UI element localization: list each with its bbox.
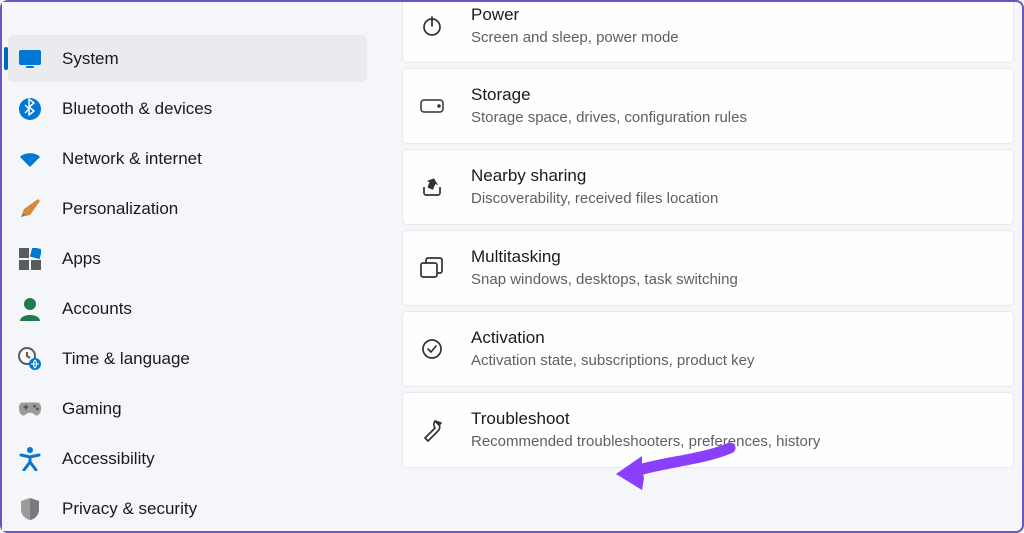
sidebar-label: Accessibility bbox=[62, 449, 155, 469]
card-title: Power bbox=[471, 4, 997, 26]
sidebar-item-network[interactable]: Network & internet bbox=[8, 135, 367, 182]
sidebar-item-accessibility[interactable]: Accessibility bbox=[8, 435, 367, 482]
share-icon bbox=[419, 174, 445, 200]
sidebar-label: Privacy & security bbox=[62, 499, 197, 519]
sidebar-label: Network & internet bbox=[62, 149, 202, 169]
wifi-icon bbox=[18, 147, 42, 171]
time-language-icon bbox=[18, 347, 42, 371]
wrench-icon bbox=[419, 417, 445, 443]
sidebar-label: Apps bbox=[62, 249, 101, 269]
sidebar-label: System bbox=[62, 49, 119, 69]
storage-icon bbox=[419, 93, 445, 119]
sidebar-label: Gaming bbox=[62, 399, 122, 419]
accessibility-icon bbox=[18, 447, 42, 471]
shield-icon bbox=[18, 497, 42, 521]
card-troubleshoot[interactable]: Troubleshoot Recommended troubleshooters… bbox=[402, 392, 1014, 468]
card-title: Storage bbox=[471, 84, 997, 106]
sidebar: System Bluetooth & devices Network & int… bbox=[2, 2, 367, 531]
sidebar-label: Time & language bbox=[62, 349, 190, 369]
card-desc: Screen and sleep, power mode bbox=[471, 28, 997, 48]
sidebar-label: Bluetooth & devices bbox=[62, 99, 212, 119]
card-desc: Storage space, drives, configuration rul… bbox=[471, 108, 997, 128]
sidebar-item-system[interactable]: System bbox=[8, 35, 367, 82]
main-content: Power Screen and sleep, power mode Stora… bbox=[367, 2, 1022, 531]
card-nearby-sharing[interactable]: Nearby sharing Discoverability, received… bbox=[402, 149, 1014, 225]
apps-icon bbox=[18, 247, 42, 271]
check-circle-icon bbox=[419, 336, 445, 362]
card-desc: Activation state, subscriptions, product… bbox=[471, 351, 997, 371]
sidebar-item-bluetooth[interactable]: Bluetooth & devices bbox=[8, 85, 367, 132]
sidebar-label: Accounts bbox=[62, 299, 132, 319]
card-desc: Discoverability, received files location bbox=[471, 189, 997, 209]
sidebar-item-privacy[interactable]: Privacy & security bbox=[8, 485, 367, 532]
card-desc: Recommended troubleshooters, preferences… bbox=[471, 432, 997, 452]
sidebar-item-gaming[interactable]: Gaming bbox=[8, 385, 367, 432]
system-icon bbox=[18, 47, 42, 71]
card-desc: Snap windows, desktops, task switching bbox=[471, 270, 997, 290]
power-icon bbox=[419, 13, 445, 39]
card-title: Multitasking bbox=[471, 246, 997, 268]
sidebar-item-accounts[interactable]: Accounts bbox=[8, 285, 367, 332]
card-power[interactable]: Power Screen and sleep, power mode bbox=[402, 2, 1014, 63]
card-activation[interactable]: Activation Activation state, subscriptio… bbox=[402, 311, 1014, 387]
card-title: Activation bbox=[471, 327, 997, 349]
sidebar-item-apps[interactable]: Apps bbox=[8, 235, 367, 282]
gaming-icon bbox=[18, 397, 42, 421]
bluetooth-icon bbox=[18, 97, 42, 121]
card-title: Troubleshoot bbox=[471, 408, 997, 430]
sidebar-item-time-language[interactable]: Time & language bbox=[8, 335, 367, 382]
paintbrush-icon bbox=[18, 197, 42, 221]
multitasking-icon bbox=[419, 255, 445, 281]
sidebar-label: Personalization bbox=[62, 199, 178, 219]
sidebar-item-personalization[interactable]: Personalization bbox=[8, 185, 367, 232]
card-multitasking[interactable]: Multitasking Snap windows, desktops, tas… bbox=[402, 230, 1014, 306]
card-storage[interactable]: Storage Storage space, drives, configura… bbox=[402, 68, 1014, 144]
account-icon bbox=[18, 297, 42, 321]
card-title: Nearby sharing bbox=[471, 165, 997, 187]
